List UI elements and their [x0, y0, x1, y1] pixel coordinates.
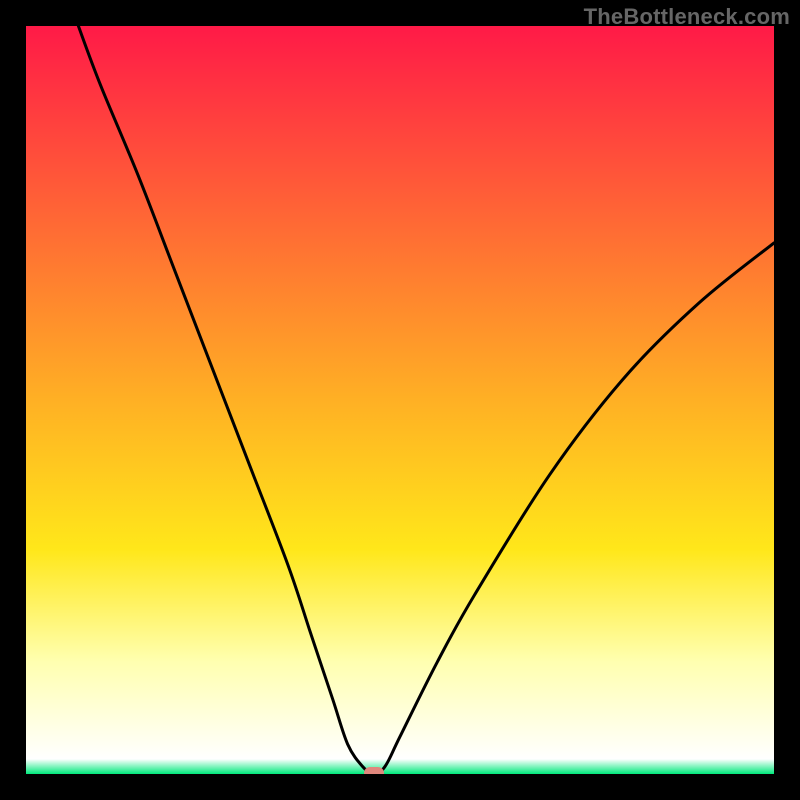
chart-frame: TheBottleneck.com: [0, 0, 800, 800]
minimum-marker: [363, 766, 385, 774]
curve-path: [78, 26, 774, 774]
bottleneck-curve: [26, 26, 774, 774]
marker-pill: [364, 767, 384, 774]
watermark-text: TheBottleneck.com: [584, 4, 790, 30]
plot-area: [26, 26, 774, 774]
